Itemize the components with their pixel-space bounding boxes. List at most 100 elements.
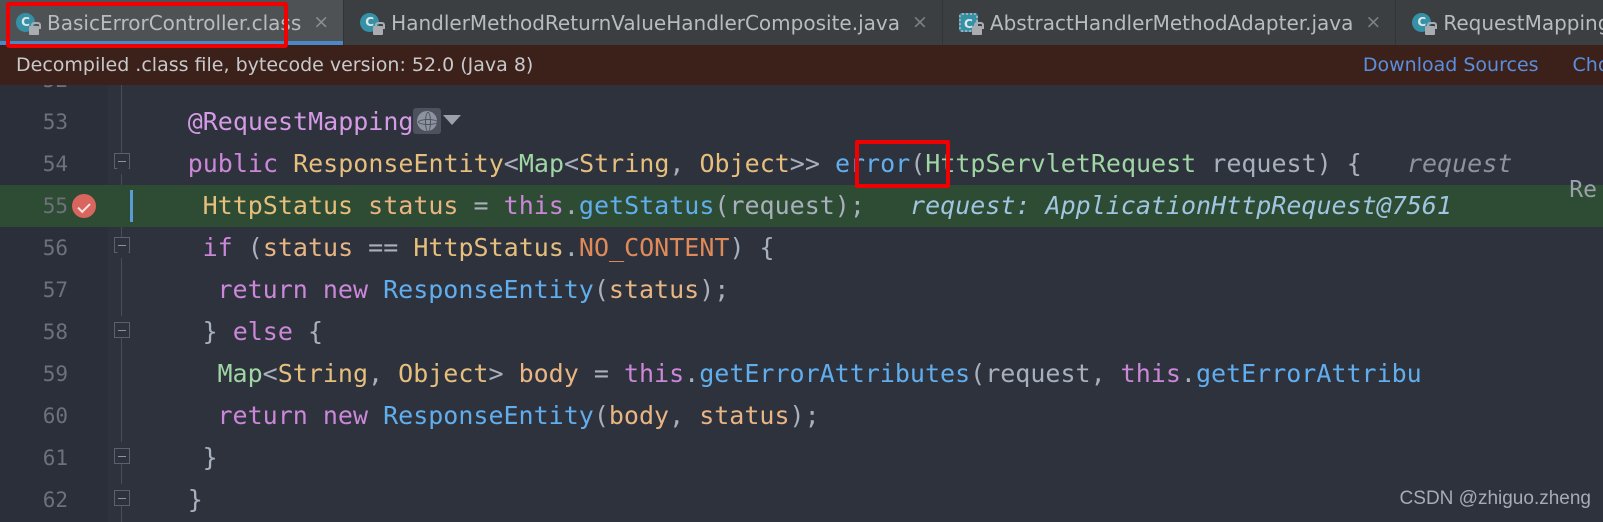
code-line-55[interactable]: 55 HttpStatus status = this.getStatus(req… <box>0 185 1603 227</box>
token: (request); <box>714 191 865 220</box>
token: } <box>187 485 203 514</box>
line-number: 61 <box>42 446 68 470</box>
code-line-52-partial[interactable]: 52 <box>0 85 1603 101</box>
code-line-58[interactable]: 58} else { <box>0 311 1603 353</box>
code-line-54[interactable]: 54 public ResponseEntity<Map<String, Obje… <box>0 143 1603 185</box>
token: public <box>187 149 278 178</box>
token: Object <box>699 149 790 178</box>
code-line-53[interactable]: 53 @RequestMapping <box>0 101 1603 143</box>
code-line-60[interactable]: 60 return new ResponseEntity(body, status… <box>0 395 1603 437</box>
line-number: 53 <box>42 110 68 134</box>
code-text: @RequestMapping <box>188 101 462 143</box>
line-number: 56 <box>42 236 68 260</box>
token: new <box>322 401 369 430</box>
token: ); <box>789 401 820 430</box>
token: ( <box>910 149 926 178</box>
code-editor-area[interactable]: 52 53 @RequestMapping 54 public ResponseEnti… <box>0 85 1603 522</box>
code-text: if (status == HttpStatus.NO_CONTENT) { <box>203 227 775 269</box>
token: < <box>503 149 519 178</box>
token: Object <box>398 359 489 388</box>
token: . <box>563 233 579 262</box>
code-line-57[interactable]: 57 return new ResponseEntity(status); <box>0 269 1603 311</box>
editor-tab-2[interactable]: C AbstractHandlerMethodAdapter.java × <box>943 0 1397 45</box>
token: request: ApplicationHttpRequest@7561 <box>864 191 1452 220</box>
code-line-62[interactable]: 62} <box>0 479 1603 521</box>
breakpoint-verified-icon[interactable] <box>72 194 96 218</box>
token: else <box>232 317 293 346</box>
token: body <box>608 401 670 430</box>
token: . <box>684 359 700 388</box>
tab-label: HandlerMethodReturnValueHandlerComposite… <box>391 10 900 35</box>
tab-close-icon[interactable]: × <box>912 13 928 32</box>
code-line-56[interactable]: 56 if (status == HttpStatus.NO_CONTENT) { <box>0 227 1603 269</box>
token: body <box>518 359 579 388</box>
token: status <box>608 275 700 304</box>
tab-close-icon[interactable]: × <box>1365 13 1381 32</box>
token: error <box>834 149 911 178</box>
token: if <box>202 233 233 262</box>
token: . <box>1180 359 1196 388</box>
token: ResponseEntity <box>383 275 594 304</box>
token: status <box>699 401 790 430</box>
globe-glyph <box>417 111 439 132</box>
token: (request, <box>970 359 1121 388</box>
token: ( <box>593 401 609 430</box>
editor-top-right-label: Re <box>1569 177 1597 203</box>
token: return <box>217 401 308 430</box>
line-number: 57 <box>42 278 68 302</box>
line-number: 62 <box>42 488 68 512</box>
tab-label: BasicErrorController.class <box>47 10 302 35</box>
token: HttpServletRequest <box>925 149 1197 178</box>
code-line-61[interactable]: 61} <box>0 437 1603 479</box>
code-line-59[interactable]: 59 Map<String, Object> body = this.getErr… <box>0 353 1603 395</box>
token: status <box>262 233 354 262</box>
lock-icon <box>1425 21 1438 35</box>
token: = <box>458 191 504 220</box>
token: @RequestMapping <box>187 107 414 136</box>
editor-tab-3[interactable]: CRequestMappingHandlerAdapter.java× <box>1396 0 1603 45</box>
token: < <box>262 359 278 388</box>
token: == <box>353 233 414 262</box>
globe-icon[interactable] <box>413 108 442 134</box>
java-abstract-class-icon: C <box>958 12 984 35</box>
java-class-icon: C <box>360 12 386 35</box>
token: HttpStatus <box>202 191 354 220</box>
java-class-icon: C <box>1412 12 1438 35</box>
token: } <box>202 317 233 346</box>
watermark-text: CSDN @zhiguo.zheng <box>1399 488 1591 509</box>
token: ResponseEntity <box>383 401 594 430</box>
token: ) { <box>1316 149 1362 178</box>
download-sources-link[interactable]: Download Sources <box>1363 54 1539 76</box>
token: < <box>564 149 580 178</box>
decompiled-class-notification-bar: Decompiled .class file, bytecode version… <box>0 45 1603 85</box>
java-class-icon: C <box>16 12 41 35</box>
token: String <box>579 149 670 178</box>
editor-tab-1[interactable]: C HandlerMethodReturnValueHandlerComposit… <box>344 0 943 45</box>
token: > <box>488 359 519 388</box>
editor-tab-0[interactable]: C BasicErrorController.class × <box>0 0 345 45</box>
token: } <box>202 443 218 472</box>
token: String <box>277 359 369 388</box>
token: return <box>217 275 308 304</box>
line-number: 59 <box>42 362 68 386</box>
token: HttpStatus <box>413 233 564 262</box>
choose-sources-link[interactable]: Choos <box>1573 54 1603 76</box>
code-text: } else { <box>203 311 323 353</box>
token: ) { <box>729 233 775 262</box>
lock-icon <box>373 21 386 35</box>
lock-icon <box>971 21 984 35</box>
token: , <box>669 149 700 178</box>
token: = <box>578 359 624 388</box>
line-number: 52 <box>0 85 68 101</box>
chevron-down-icon[interactable] <box>443 115 462 125</box>
code-text: Map<String, Object> body = this.getError… <box>218 353 1422 395</box>
token: new <box>322 275 369 304</box>
tab-close-icon[interactable]: × <box>313 13 329 32</box>
notification-actions: Download Sources Choos <box>1363 45 1603 85</box>
